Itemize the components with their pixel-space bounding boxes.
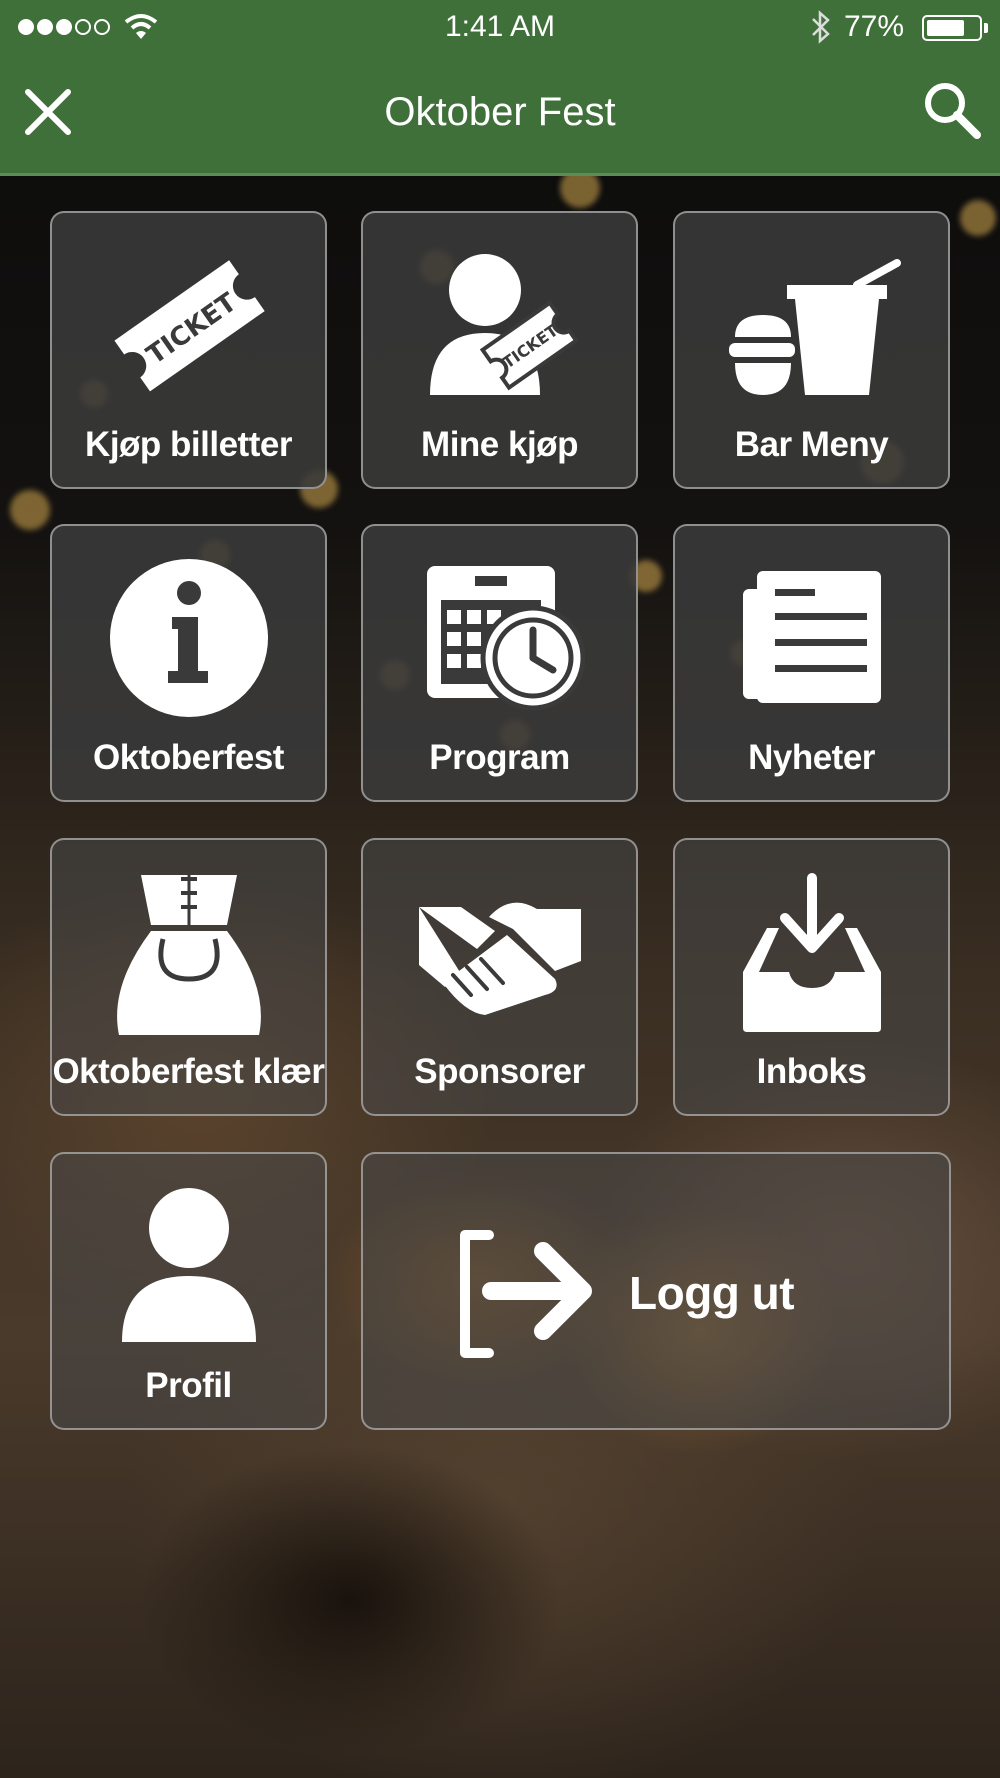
menu-label: Oktoberfest <box>93 738 284 777</box>
menu-tile-buy-tickets[interactable]: TICKET Kjøp billetter <box>50 211 327 489</box>
inbox-download-icon <box>675 862 948 1042</box>
menu-label: Mine kjøp <box>421 425 578 464</box>
menu-label: Bar Meny <box>734 425 889 464</box>
menu-tile-logout[interactable]: Logg ut <box>361 1152 951 1430</box>
menu-tile-sponsors[interactable]: Sponsorer <box>361 838 638 1116</box>
search-icon[interactable] <box>922 80 982 140</box>
menu-tile-oktoberfest-clothes[interactable]: Oktoberfest klær <box>50 838 327 1116</box>
menu-tile-my-purchases[interactable]: TICKET Mine kjøp <box>361 211 638 489</box>
battery-icon <box>922 15 988 41</box>
menu-tile-inbox[interactable]: Inboks <box>673 838 950 1116</box>
ticket-icon: TICKET <box>52 235 325 415</box>
menu-label: Profil <box>145 1366 232 1405</box>
menu-label: Nyheter <box>748 738 875 777</box>
dirndl-icon <box>52 862 325 1042</box>
status-bar: 1:41 AM 77% <box>0 0 1000 54</box>
menu-label: Kjøp billetter <box>85 425 292 464</box>
menu-label: Logg ut <box>629 1267 795 1319</box>
bluetooth-icon <box>812 10 830 44</box>
menu-label: Sponsorer <box>414 1052 585 1091</box>
menu-tile-profile[interactable]: Profil <box>50 1152 327 1430</box>
calendar-clock-icon <box>363 548 636 728</box>
battery-percent: 77% <box>844 10 905 43</box>
menu-tile-news[interactable]: Nyheter <box>673 524 950 802</box>
menu-tile-program[interactable]: Program <box>361 524 638 802</box>
food-drink-icon <box>675 235 948 415</box>
logout-icon <box>451 1224 601 1364</box>
menu-label: Oktoberfest klær <box>52 1052 325 1091</box>
menu-label: Program <box>429 738 570 777</box>
user-ticket-icon: TICKET <box>363 235 636 415</box>
handshake-icon <box>363 862 636 1042</box>
menu-label: Inboks <box>756 1052 867 1091</box>
person-icon <box>52 1176 325 1356</box>
menu-tile-bar-menu[interactable]: Bar Meny <box>673 211 950 489</box>
navigation-bar: Oktober Fest <box>0 54 1000 176</box>
page-title: Oktober Fest <box>384 90 616 134</box>
info-icon <box>52 548 325 728</box>
newspaper-icon <box>675 548 948 728</box>
menu-tile-oktoberfest[interactable]: Oktoberfest <box>50 524 327 802</box>
